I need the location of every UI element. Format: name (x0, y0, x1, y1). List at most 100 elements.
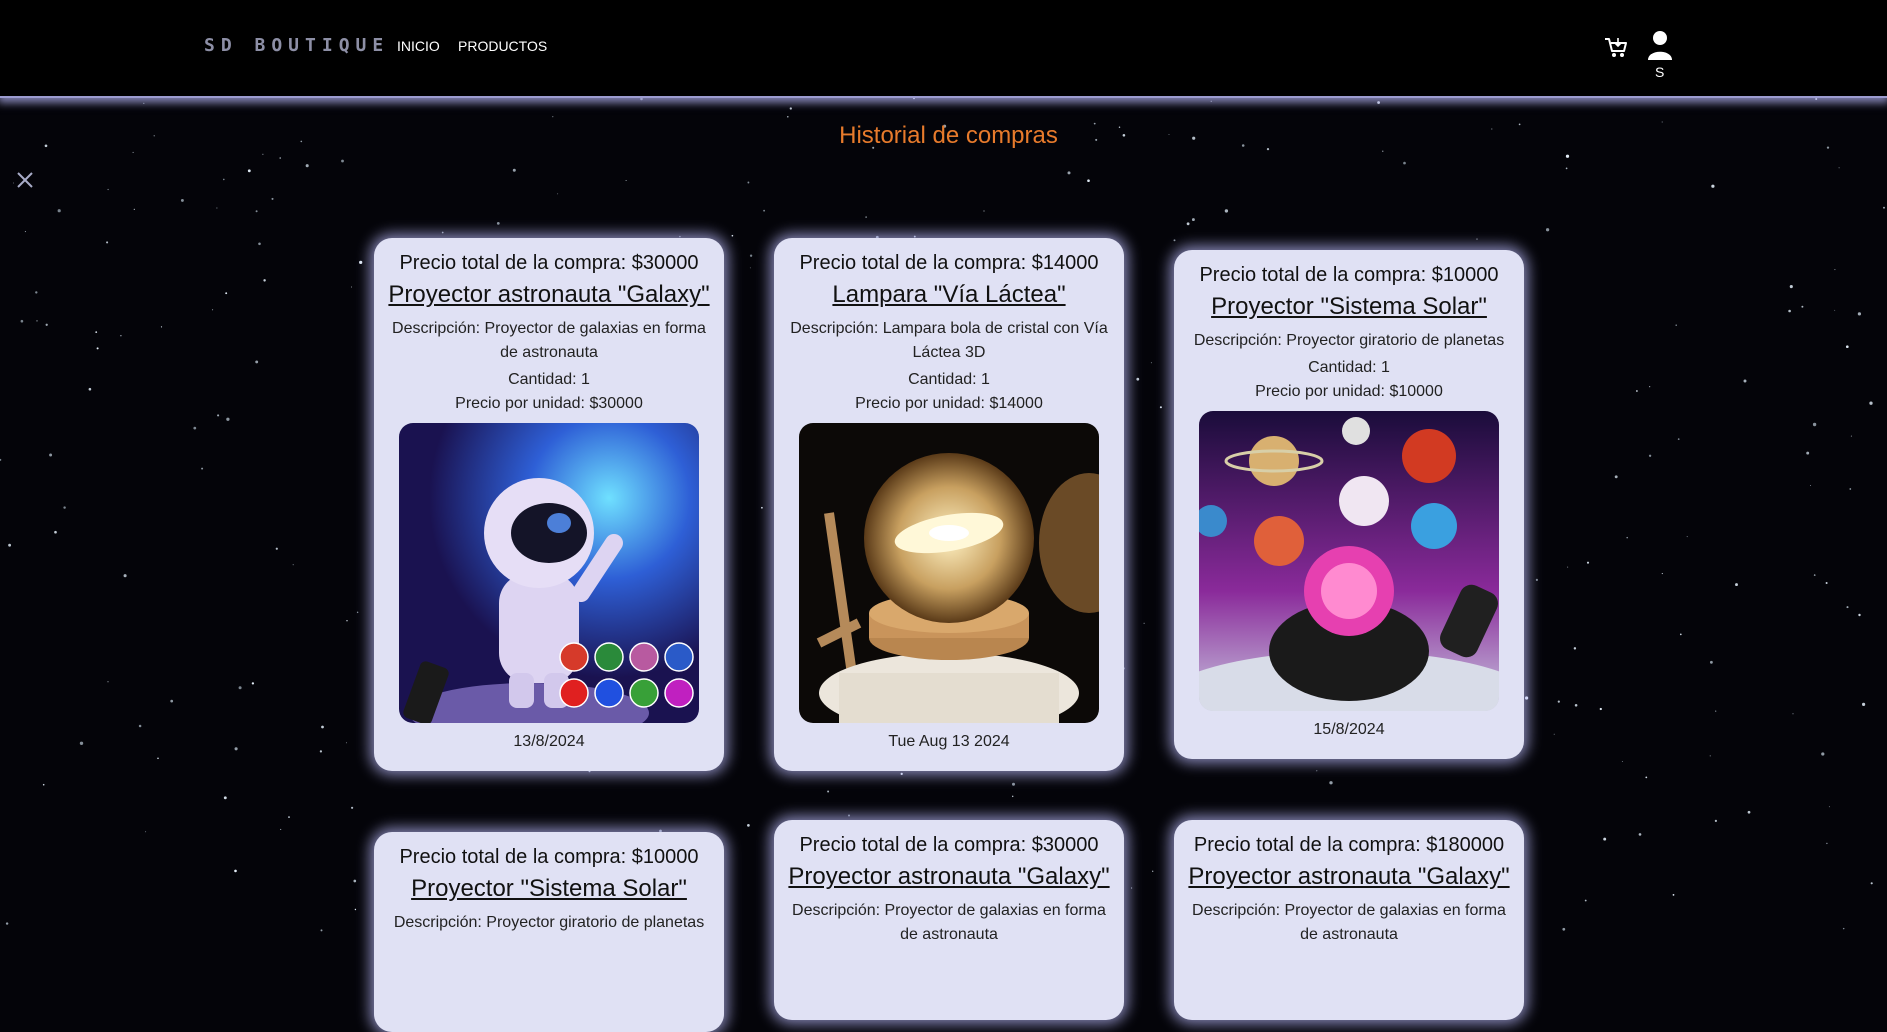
user-icon[interactable] (1647, 30, 1673, 60)
star (319, 750, 323, 753)
nav-productos[interactable]: PRODUCTOS (458, 38, 547, 54)
star (1813, 574, 1816, 576)
star (45, 323, 48, 326)
star (763, 209, 766, 212)
purchase-card: Precio total de la compra: $10000 Proyec… (1174, 250, 1524, 759)
star (1675, 324, 1677, 326)
star (749, 254, 753, 257)
star (1636, 390, 1638, 392)
star (341, 159, 344, 163)
product-link[interactable]: Proyector "Sistema Solar" (374, 875, 724, 903)
star (247, 169, 251, 173)
star (222, 178, 225, 181)
star (1403, 161, 1406, 165)
star (212, 309, 214, 311)
star (96, 347, 99, 350)
star (1191, 218, 1195, 222)
star (95, 331, 98, 333)
star (57, 209, 61, 213)
top-navbar: SD BOUTIQUE INICIO PRODUCTOS S (0, 0, 1887, 98)
star (1649, 386, 1651, 388)
star (1553, 733, 1555, 735)
star (0, 458, 2, 461)
star (255, 360, 259, 364)
star (512, 168, 516, 172)
close-icon[interactable] (15, 170, 35, 190)
star (789, 107, 792, 110)
star (1614, 475, 1618, 479)
star (557, 193, 559, 195)
star (275, 547, 278, 550)
star (1573, 647, 1577, 650)
star (1557, 700, 1560, 703)
star (8, 543, 12, 547)
star (351, 806, 354, 809)
purchase-card: Precio total de la compra: $180000 Proye… (1174, 820, 1524, 1020)
product-description: Descripción: Proyector giratorio de plan… (1193, 332, 1505, 349)
star (865, 216, 867, 218)
purchase-total: Precio total de la compra: $180000 (1193, 834, 1505, 856)
product-description: Descripción: Proyector de galaxias en fo… (1192, 902, 1506, 943)
star (1565, 154, 1570, 158)
star (1815, 97, 1818, 101)
star (234, 869, 237, 873)
star (1638, 833, 1642, 836)
star (1159, 406, 1162, 409)
star (1626, 536, 1628, 539)
star (900, 772, 903, 776)
star (1011, 795, 1014, 798)
star (1828, 806, 1830, 808)
star (24, 231, 26, 233)
product-link[interactable]: Proyector astronauta "Galaxy" (774, 863, 1124, 891)
purchase-total: Precio total de la compra: $10000 (1199, 264, 1499, 286)
nav-inicio[interactable]: INICIO (397, 38, 440, 54)
star (1715, 710, 1717, 712)
star (761, 506, 763, 509)
star (170, 699, 174, 703)
product-link[interactable]: Proyector astronauta "Galaxy" (1174, 863, 1524, 891)
star (88, 387, 92, 391)
purchase-card: Precio total de la compra: $30000 Proyec… (774, 820, 1124, 1020)
star (1869, 401, 1873, 405)
star (1150, 362, 1152, 364)
star (1801, 305, 1804, 308)
star (120, 335, 122, 337)
star (1709, 660, 1713, 664)
star (234, 747, 238, 751)
product-link[interactable]: Lampara "Vía Láctea" (774, 281, 1124, 309)
brand-logo[interactable]: SD BOUTIQUE (204, 35, 389, 56)
product-link[interactable]: Proyector astronauta "Galaxy" (374, 281, 724, 309)
star (138, 724, 142, 728)
crystal-ball-lamp-image (799, 423, 1099, 723)
star (1838, 167, 1840, 169)
star (79, 741, 84, 745)
star (279, 157, 281, 159)
star (1870, 882, 1873, 885)
star (552, 116, 554, 118)
star (288, 816, 290, 819)
purchase-total: Precio total de la compra: $30000 (399, 252, 699, 274)
star (20, 319, 24, 323)
star (1067, 171, 1071, 175)
cart-icon[interactable] (1603, 34, 1629, 60)
star (320, 929, 323, 932)
star (345, 742, 347, 744)
star (1599, 707, 1602, 711)
star (747, 181, 750, 184)
star (1562, 927, 1566, 931)
star (1826, 842, 1828, 845)
product-link[interactable]: Proyector "Sistema Solar" (1174, 293, 1524, 321)
star (251, 682, 255, 685)
star (1686, 536, 1688, 538)
star (346, 620, 348, 622)
star (1850, 435, 1852, 437)
star (1709, 755, 1711, 757)
star (1806, 451, 1810, 455)
star (180, 198, 184, 202)
purchase-total: Precio total de la compra: $30000 (799, 834, 1099, 856)
star (1012, 782, 1015, 786)
star (1883, 206, 1885, 209)
star (1810, 485, 1812, 487)
star (226, 417, 230, 421)
star (1834, 309, 1836, 311)
